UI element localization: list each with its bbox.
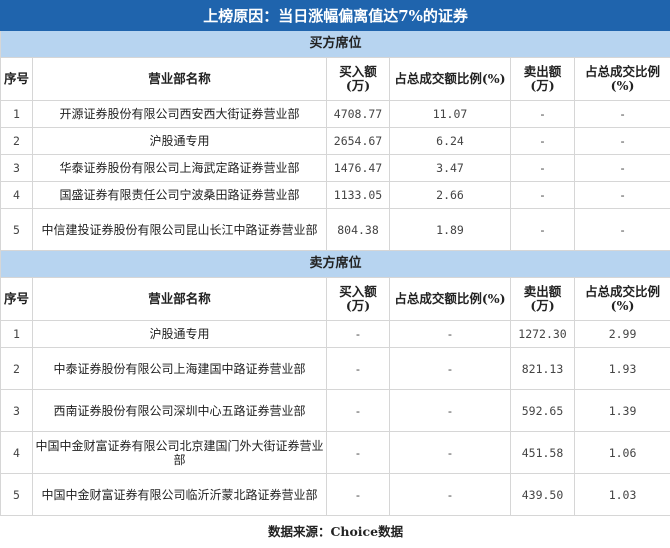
table-title: 上榜原因：当日涨幅偏离值达7%的证券	[1, 1, 670, 31]
value-cell: 1.39	[575, 390, 670, 432]
branch-name: 中泰证券股份有限公司上海建国中路证券营业部	[33, 348, 327, 390]
rank: 4	[1, 432, 33, 474]
column-header: 序号	[1, 58, 33, 101]
column-header: 营业部名称	[33, 278, 327, 321]
value-cell: 1.06	[575, 432, 670, 474]
buy-section-title: 买方席位	[1, 31, 670, 58]
table-row: 3华泰证券股份有限公司上海武定路证券营业部1476.473.47--	[1, 155, 670, 182]
value-cell: -	[575, 128, 670, 155]
value-cell: 821.13	[511, 348, 575, 390]
table-row: 4国盛证券有限责任公司宁波桑田路证券营业部1133.052.66--	[1, 182, 670, 209]
column-header: 卖出额(万)	[511, 58, 575, 101]
value-cell: 3.47	[390, 155, 511, 182]
buy-header-row: 序号营业部名称买入额(万)占总成交额比例(%)卖出额(万)占总成交比例(%)	[1, 58, 670, 101]
rank: 2	[1, 348, 33, 390]
value-cell: 4708.77	[327, 101, 390, 128]
value-cell: -	[575, 182, 670, 209]
rank: 5	[1, 209, 33, 251]
branch-name: 国盛证券有限责任公司宁波桑田路证券营业部	[33, 182, 327, 209]
value-cell: 1133.05	[327, 182, 390, 209]
rank: 3	[1, 390, 33, 432]
data-source: 数据来源：Choice数据	[1, 516, 670, 548]
value-cell: -	[327, 432, 390, 474]
value-cell: -	[327, 348, 390, 390]
value-cell: 804.38	[327, 209, 390, 251]
branch-name: 中国中金财富证券有限公司北京建国门外大街证券营业部	[33, 432, 327, 474]
branch-name: 华泰证券股份有限公司上海武定路证券营业部	[33, 155, 327, 182]
rank: 4	[1, 182, 33, 209]
value-cell: -	[390, 390, 511, 432]
table-row: 1开源证券股份有限公司西安西大街证券营业部4708.7711.07--	[1, 101, 670, 128]
buy-section-row: 买方席位	[1, 31, 670, 58]
value-cell: 1.89	[390, 209, 511, 251]
value-cell: 2654.67	[327, 128, 390, 155]
value-cell: -	[511, 182, 575, 209]
branch-name: 开源证券股份有限公司西安西大街证券营业部	[33, 101, 327, 128]
footer-row: 数据来源：Choice数据	[1, 516, 670, 548]
value-cell: 6.24	[390, 128, 511, 155]
column-header: 占总成交比例(%)	[575, 278, 670, 321]
value-cell: -	[511, 128, 575, 155]
value-cell: -	[575, 101, 670, 128]
value-cell: 592.65	[511, 390, 575, 432]
value-cell: -	[511, 155, 575, 182]
value-cell: 451.58	[511, 432, 575, 474]
branch-name: 沪股通专用	[33, 321, 327, 348]
value-cell: 1.03	[575, 474, 670, 516]
value-cell: -	[511, 209, 575, 251]
rank: 1	[1, 101, 33, 128]
value-cell: -	[390, 432, 511, 474]
value-cell: -	[575, 209, 670, 251]
table-row: 2中泰证券股份有限公司上海建国中路证券营业部--821.131.93	[1, 348, 670, 390]
value-cell: 1272.30	[511, 321, 575, 348]
rank: 5	[1, 474, 33, 516]
value-cell: -	[390, 474, 511, 516]
value-cell: 11.07	[390, 101, 511, 128]
column-header: 营业部名称	[33, 58, 327, 101]
branch-name: 西南证券股份有限公司深圳中心五路证券营业部	[33, 390, 327, 432]
sell-section-title: 卖方席位	[1, 251, 670, 278]
branch-name: 中国中金财富证券有限公司临沂沂蒙北路证券营业部	[33, 474, 327, 516]
sell-header-row: 序号营业部名称买入额(万)占总成交额比例(%)卖出额(万)占总成交比例(%)	[1, 278, 670, 321]
column-header: 买入额(万)	[327, 278, 390, 321]
value-cell: -	[575, 155, 670, 182]
value-cell: -	[327, 321, 390, 348]
value-cell: -	[390, 348, 511, 390]
value-cell: 1476.47	[327, 155, 390, 182]
table-row: 5中国中金财富证券有限公司临沂沂蒙北路证券营业部--439.501.03	[1, 474, 670, 516]
table-row: 1沪股通专用--1272.302.99	[1, 321, 670, 348]
value-cell: -	[327, 390, 390, 432]
value-cell: 2.99	[575, 321, 670, 348]
table-row: 3西南证券股份有限公司深圳中心五路证券营业部--592.651.39	[1, 390, 670, 432]
sell-section-row: 卖方席位	[1, 251, 670, 278]
column-header: 占总成交额比例(%)	[390, 58, 511, 101]
value-cell: 2.66	[390, 182, 511, 209]
table-row: 5中信建投证券股份有限公司昆山长江中路证券营业部804.381.89--	[1, 209, 670, 251]
column-header: 买入额(万)	[327, 58, 390, 101]
rank: 1	[1, 321, 33, 348]
value-cell: 439.50	[511, 474, 575, 516]
branch-name: 沪股通专用	[33, 128, 327, 155]
value-cell: -	[327, 474, 390, 516]
rank: 3	[1, 155, 33, 182]
table-row: 2沪股通专用2654.676.24--	[1, 128, 670, 155]
rank: 2	[1, 128, 33, 155]
value-cell: -	[390, 321, 511, 348]
dragon-tiger-table: 上榜原因：当日涨幅偏离值达7%的证券 买方席位序号营业部名称买入额(万)占总成交…	[0, 0, 670, 548]
branch-name: 中信建投证券股份有限公司昆山长江中路证券营业部	[33, 209, 327, 251]
column-header: 占总成交比例(%)	[575, 58, 670, 101]
value-cell: 1.93	[575, 348, 670, 390]
table-row: 4中国中金财富证券有限公司北京建国门外大街证券营业部--451.581.06	[1, 432, 670, 474]
value-cell: -	[511, 101, 575, 128]
column-header: 卖出额(万)	[511, 278, 575, 321]
column-header: 占总成交额比例(%)	[390, 278, 511, 321]
column-header: 序号	[1, 278, 33, 321]
